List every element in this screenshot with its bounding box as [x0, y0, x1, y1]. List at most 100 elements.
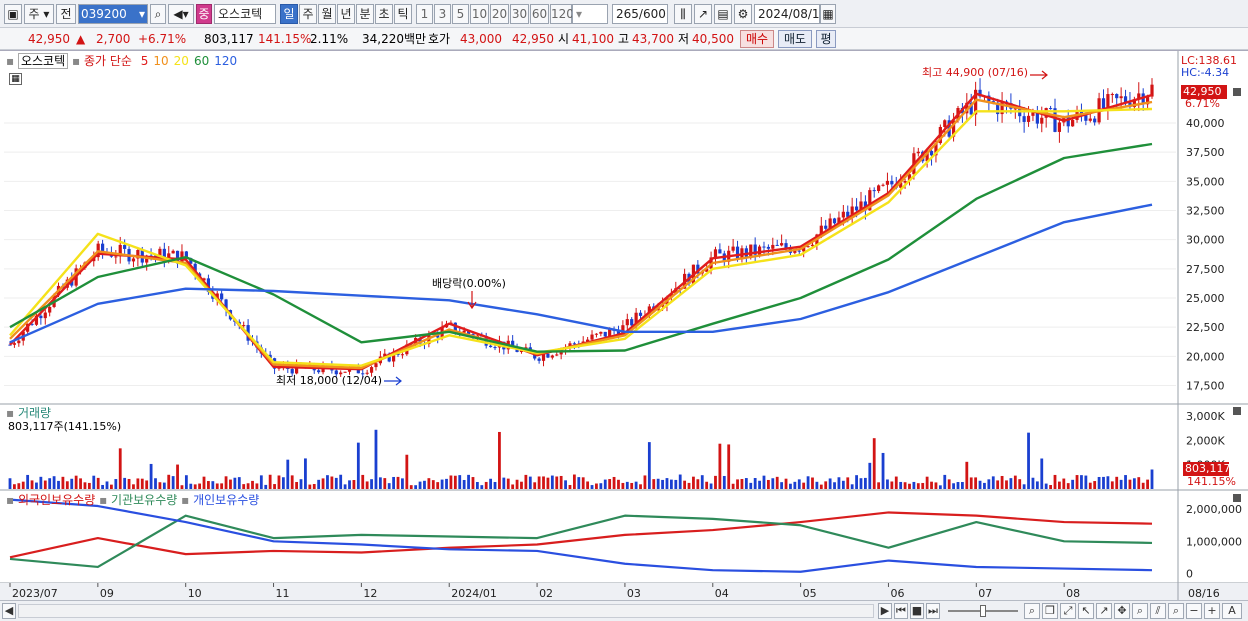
interval-tab[interactable]: 주	[299, 4, 317, 24]
interval-tab[interactable]: 년	[337, 4, 355, 24]
panel-close-icon[interactable]	[1233, 88, 1241, 96]
legend-ma-period[interactable]: 5	[141, 54, 149, 68]
find-icon[interactable]: ⌕	[1132, 603, 1148, 619]
volume-bar	[947, 479, 951, 489]
legend-institution[interactable]: 기관보유수량	[111, 493, 177, 507]
legend-ma-period[interactable]: 120	[214, 54, 237, 68]
plus-icon[interactable]: +	[1204, 603, 1220, 619]
legend-ma-label[interactable]: 종가 단순	[84, 54, 132, 68]
chart-canvas[interactable]: 40,000 37,500 35,000 32,500 30,000 27,500 25,0…	[0, 51, 1248, 601]
text-tool-icon[interactable]: A	[1222, 603, 1242, 619]
panel-close-icon[interactable]	[1233, 494, 1241, 502]
chart-area[interactable]: 40,000 37,500 35,000 32,500 30,000 27,500 25,0…	[0, 50, 1248, 601]
chart-type-icon[interactable]: ⫽	[1150, 603, 1166, 619]
sell-button[interactable]: 매도	[778, 30, 812, 48]
interval-tab[interactable]: 분	[356, 4, 374, 24]
legend-ma-period[interactable]: 60	[194, 54, 209, 68]
panel-close-icon[interactable]	[1233, 407, 1241, 415]
copy-icon[interactable]: ❐	[1042, 603, 1058, 619]
minus-icon[interactable]: −	[1186, 603, 1202, 619]
interval-tab[interactable]: 틱	[394, 4, 412, 24]
zoom-out-icon[interactable]: ⌕	[1168, 603, 1184, 619]
calendar-icon[interactable]: ▦	[820, 4, 836, 24]
arrow-tool-icon[interactable]: ↖	[1078, 603, 1094, 619]
count-field[interactable]: 265/600	[612, 4, 668, 24]
low-label: 저	[678, 32, 690, 46]
candle-body	[537, 358, 541, 361]
period-select[interactable]: 주 ▾	[24, 4, 54, 24]
minute-unit-tab[interactable]: 5	[452, 4, 469, 24]
zoom-slider-handle[interactable]	[980, 605, 986, 617]
volume-bar	[564, 480, 567, 489]
scroll-right-icon[interactable]: ▶	[878, 603, 892, 619]
sound-icon[interactable]: ◀▾	[168, 4, 194, 24]
legend-bullet-icon: ▪	[181, 493, 190, 507]
search-icon[interactable]: ⌕	[150, 4, 166, 24]
minute-unit-tab[interactable]: 60	[530, 4, 549, 24]
volume-bar	[665, 478, 669, 489]
price-tick-label: 32,500	[1186, 205, 1225, 218]
fit-icon[interactable]: ⤢	[1060, 603, 1076, 619]
last-page-icon[interactable]: ⏭	[926, 603, 940, 619]
legend-foreign[interactable]: 외국인보유수량	[18, 493, 95, 507]
candle-body	[12, 343, 17, 345]
volume-bar	[189, 483, 193, 489]
volume-bar	[1058, 481, 1061, 489]
stock-code-input[interactable]: 039200 ▾	[78, 4, 148, 24]
candle-icon[interactable]: ⫼	[674, 4, 692, 24]
scroll-left-icon[interactable]: ◀	[2, 603, 16, 619]
layout-icon[interactable]: ▣	[4, 4, 22, 24]
gear-icon[interactable]: ⚙	[734, 4, 752, 24]
prev-button[interactable]: 전	[56, 4, 76, 24]
candle-body	[594, 333, 599, 335]
x-axis-label: 12	[363, 587, 377, 600]
stop-icon[interactable]: ■	[910, 603, 924, 619]
volume-bar	[458, 475, 462, 489]
first-page-icon[interactable]: ⏮	[894, 603, 908, 619]
buy-button[interactable]: 매수	[740, 30, 774, 48]
volume-bar	[846, 477, 850, 489]
candle-body	[1084, 115, 1088, 121]
volume-bar	[449, 475, 453, 489]
volume-bar	[321, 478, 325, 489]
interval-tab[interactable]: 초	[375, 4, 393, 24]
legend-individual[interactable]: 개인보유수량	[193, 493, 259, 507]
candle-body	[546, 353, 550, 358]
eval-button[interactable]: 평	[816, 30, 836, 48]
volume-bar	[780, 482, 784, 489]
scroll-track[interactable]	[18, 604, 874, 618]
volume-last-tag: 803,117	[1183, 462, 1231, 476]
volume-bar	[392, 476, 396, 489]
save-icon[interactable]: ▤	[714, 4, 732, 24]
volume-bar	[581, 477, 585, 489]
volume-bar	[749, 482, 753, 489]
stock-name-field[interactable]: 오스코텍	[214, 4, 276, 24]
volume-bar	[383, 478, 387, 489]
volume-bar	[74, 475, 78, 489]
legend-ma-period[interactable]: 20	[174, 54, 189, 68]
volume-bar	[43, 480, 47, 489]
zoom-in-icon[interactable]: ⌕	[1024, 603, 1040, 619]
date-field[interactable]: 2024/08/16	[754, 4, 827, 24]
interval-tab[interactable]: 월	[318, 4, 336, 24]
candle-body	[885, 180, 890, 185]
bid-price: 42,950	[512, 32, 554, 46]
minute-unit-tab[interactable]: 1	[416, 4, 433, 24]
candle-body	[625, 319, 629, 326]
minute-unit-tab[interactable]: 20	[490, 4, 509, 24]
volume-bar	[881, 452, 885, 489]
grid-icon[interactable]: ▦	[9, 73, 22, 85]
draw-tool-icon[interactable]: ↗	[694, 4, 712, 24]
pan-tool-icon[interactable]: ✥	[1114, 603, 1130, 619]
legend-ma-period[interactable]: 10	[153, 54, 168, 68]
minute-unit-tab[interactable]: 3	[434, 4, 451, 24]
minute-unit-tab[interactable]: 120	[550, 4, 574, 24]
trend-tool-icon[interactable]: ↗	[1096, 603, 1112, 619]
candle-body	[100, 243, 105, 252]
minute-unit-tab[interactable]: 10	[470, 4, 489, 24]
unit-dropdown[interactable]: ▾	[572, 4, 608, 24]
volume-title[interactable]: 거래량	[18, 406, 51, 420]
minute-unit-tab[interactable]: 30	[510, 4, 529, 24]
legend-stock-name[interactable]: 오스코텍	[17, 53, 69, 69]
interval-tab[interactable]: 일	[280, 4, 298, 24]
